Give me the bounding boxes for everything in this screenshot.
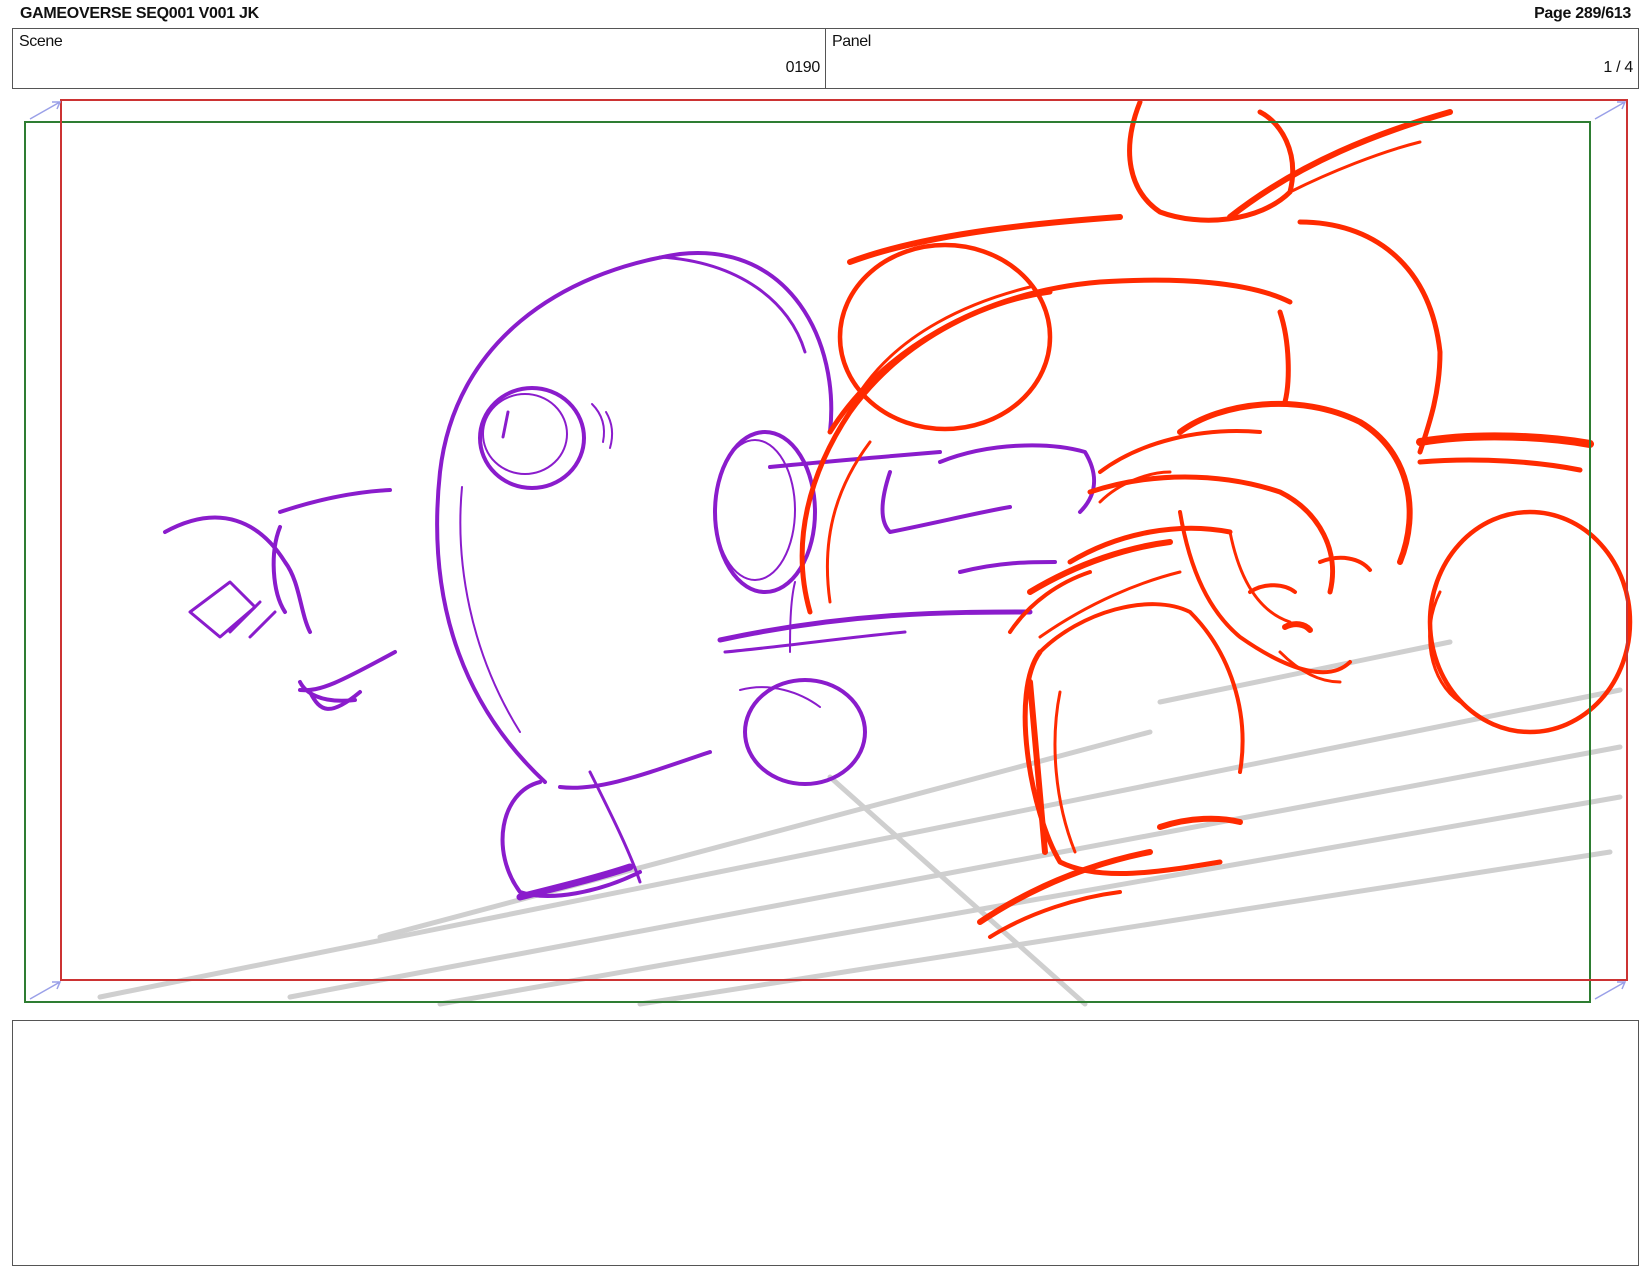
scene-value: 0190	[785, 59, 821, 76]
corner-mark	[1594, 101, 1627, 120]
storyboard-page: GAMEOVERSE SEQ001 V001 JK Page 289/613 S…	[0, 0, 1650, 1275]
head-outline	[1127, 99, 1296, 223]
panel-value: 1 / 4	[1603, 59, 1633, 76]
torso-stroke	[938, 443, 1097, 514]
hair-outline	[1098, 429, 1262, 474]
floor-lines	[97, 639, 1623, 1007]
body-outline	[1027, 679, 1048, 855]
hand-stroke	[163, 515, 312, 634]
arm-stroke	[1227, 109, 1453, 220]
document-title: GAMEOVERSE SEQ001 V001 JK	[20, 5, 259, 22]
purple-character-sketch	[163, 251, 1097, 901]
arm-stroke	[825, 440, 872, 604]
hair-outline	[1027, 539, 1173, 595]
eye-lashes	[591, 403, 614, 449]
arm-stroke	[298, 650, 397, 693]
hair-outline	[1177, 400, 1413, 565]
face-outline	[1228, 530, 1292, 624]
panel-info-row: Scene 0190 Panel 1 / 4	[12, 28, 1639, 89]
red-character-sketch	[799, 99, 1633, 939]
panel-cell: Panel 1 / 4	[826, 29, 1638, 88]
torso-stroke	[1416, 432, 1594, 448]
dialogue-notes-box	[12, 1020, 1639, 1266]
body-outline	[1038, 602, 1245, 774]
head-outline	[847, 214, 1123, 265]
torso-stroke	[1297, 219, 1443, 455]
scene-cell: Scene 0190	[13, 29, 826, 88]
foot-outline	[743, 678, 867, 786]
page-number: Page 289/613	[1534, 5, 1631, 22]
hand-stroke	[278, 488, 392, 514]
sketch-canvas	[24, 99, 1633, 1007]
head-outline	[435, 251, 834, 784]
eye-mark	[1248, 583, 1297, 594]
eye-mark	[1318, 555, 1372, 572]
corner-mark	[29, 981, 62, 1000]
torso-stroke	[880, 470, 1012, 534]
eye-outline	[482, 393, 568, 475]
head-outline	[459, 486, 521, 733]
hand-stroke	[188, 580, 257, 639]
body-outline	[1053, 690, 1077, 854]
hand-stroke	[271, 525, 287, 614]
shoulder-outline	[1427, 509, 1633, 735]
panel-label: Panel	[832, 33, 871, 50]
ear-outline	[714, 439, 796, 581]
torso-stroke	[958, 560, 1057, 574]
leg-stroke	[789, 581, 796, 653]
corner-mark	[1594, 981, 1627, 1000]
hair-outline	[1087, 474, 1336, 595]
arm-stroke	[1277, 309, 1291, 405]
mouth-mark	[1282, 621, 1313, 633]
head-outline	[658, 255, 807, 354]
leg-stroke	[558, 750, 712, 790]
corner-mark	[29, 101, 62, 120]
torso-stroke	[1417, 457, 1583, 473]
floor-line	[97, 687, 1623, 1000]
scene-label: Scene	[19, 33, 63, 50]
leg-stroke	[500, 780, 642, 898]
head-outline	[837, 242, 1053, 432]
eye-mark	[501, 410, 510, 439]
storyboard-frame	[0, 92, 1650, 1012]
